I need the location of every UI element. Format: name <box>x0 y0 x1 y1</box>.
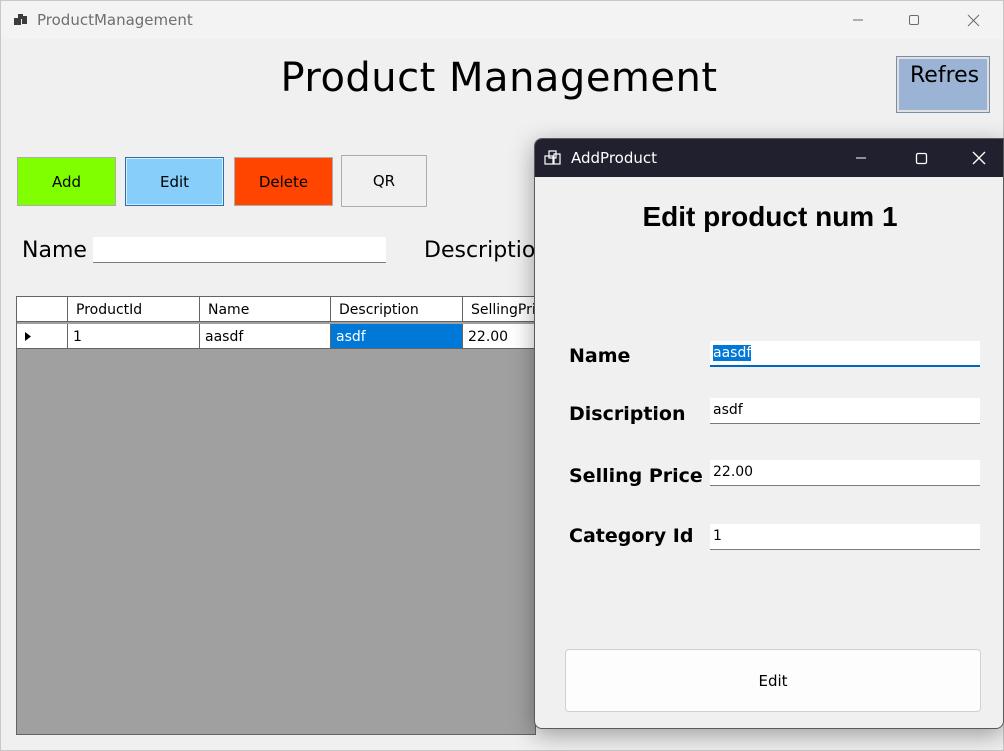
qr-button[interactable]: QR <box>341 155 427 207</box>
add-button[interactable]: Add <box>17 157 116 206</box>
delete-button[interactable]: Delete <box>234 157 333 206</box>
main-titlebar[interactable]: ProductManagement <box>1 1 1003 39</box>
close-icon <box>967 14 979 26</box>
cell-description[interactable]: asdf <box>331 324 463 349</box>
minimize-icon <box>856 157 866 159</box>
selling-price-field-label: Selling Price <box>569 465 703 487</box>
dialog-minimize-button[interactable] <box>838 139 884 177</box>
cell-sellingprice[interactable]: 22.00 <box>463 324 535 349</box>
current-row-arrow-icon <box>25 332 31 341</box>
edit-button[interactable]: Edit <box>125 157 224 206</box>
page-title: Product Management <box>280 55 718 101</box>
row-header[interactable] <box>17 324 68 349</box>
dialog-edit-button[interactable]: Edit <box>565 649 981 712</box>
row-header-corner <box>17 297 68 322</box>
column-header-productid[interactable]: ProductId <box>68 297 200 322</box>
window-app-icon <box>13 12 29 32</box>
table-row[interactable]: 1 aasdf asdf 22.00 <box>17 324 535 349</box>
add-product-dialog: AddProduct Edit product num 1 Name aasdf… <box>534 138 1004 729</box>
grid-header-row: ProductId Name Description SellingPri <box>17 297 535 322</box>
dialog-heading: Edit product num 1 <box>642 201 898 232</box>
close-icon <box>972 151 986 165</box>
selling-price-field-input[interactable]: 22.00 <box>710 460 980 486</box>
maximize-icon <box>915 152 927 164</box>
close-button[interactable] <box>950 1 996 39</box>
minimize-button[interactable] <box>835 1 881 39</box>
category-id-field-label: Category Id <box>569 525 694 547</box>
dialog-maximize-button[interactable] <box>898 139 944 177</box>
description-field-input[interactable]: asdf <box>710 398 980 424</box>
maximize-icon <box>909 15 919 25</box>
minimize-icon <box>853 19 863 21</box>
column-header-description[interactable]: Description <box>331 297 463 322</box>
maximize-button[interactable] <box>891 1 937 39</box>
cell-name[interactable]: aasdf <box>200 324 331 349</box>
refresh-button[interactable]: Refres <box>896 56 990 113</box>
column-header-sellingprice[interactable]: SellingPri <box>463 297 535 322</box>
description-field-label: Discription <box>569 403 686 425</box>
category-id-field-input[interactable]: 1 <box>710 524 980 550</box>
cell-productid[interactable]: 1 <box>68 324 200 349</box>
name-filter-label: Name <box>22 238 87 263</box>
products-grid[interactable]: ProductId Name Description SellingPri 1 … <box>16 296 536 735</box>
description-filter-label: Description <box>424 238 550 263</box>
dialog-titlebar[interactable]: AddProduct <box>535 139 1003 177</box>
name-field-label: Name <box>569 345 631 367</box>
dialog-title: AddProduct <box>571 149 657 167</box>
dialog-close-button[interactable] <box>956 139 1002 177</box>
name-field-value: aasdf <box>713 345 752 361</box>
column-header-name[interactable]: Name <box>200 297 331 322</box>
name-field-input[interactable]: aasdf <box>710 341 980 367</box>
main-window-title: ProductManagement <box>37 11 193 29</box>
dialog-app-icon <box>544 149 562 171</box>
name-filter-input[interactable] <box>93 237 386 263</box>
